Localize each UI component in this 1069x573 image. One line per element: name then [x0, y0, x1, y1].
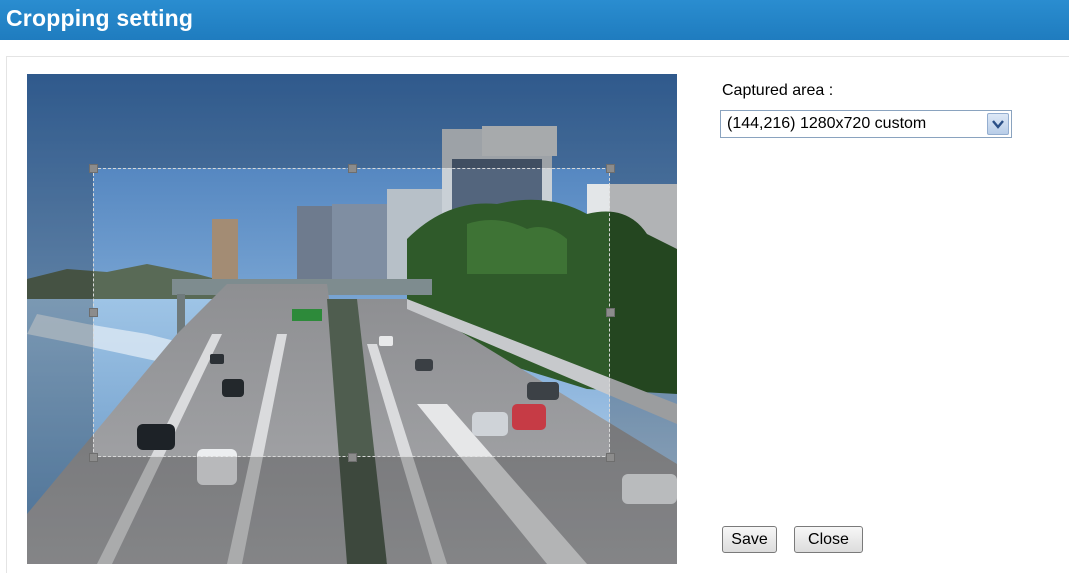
page-title: Cropping setting — [6, 5, 194, 31]
crop-handle-top-right[interactable] — [606, 164, 615, 173]
chevron-down-icon[interactable] — [987, 113, 1009, 135]
captured-area-value: (144,216) 1280x720 custom — [727, 115, 927, 132]
crop-handle-top-left[interactable] — [89, 164, 98, 173]
crop-handle-bottom-right[interactable] — [606, 453, 615, 462]
crop-handle-left[interactable] — [89, 308, 98, 317]
crop-mask-top — [27, 74, 677, 168]
captured-area-label: Captured area : — [722, 82, 834, 99]
crop-handle-top[interactable] — [348, 164, 357, 173]
crop-mask-bottom — [27, 457, 677, 564]
crop-mask-right — [610, 168, 677, 457]
save-button[interactable]: Save — [722, 526, 777, 553]
crop-handle-right[interactable] — [606, 308, 615, 317]
close-button[interactable]: Close — [794, 526, 863, 553]
crop-handle-bottom[interactable] — [348, 453, 357, 462]
crop-region[interactable] — [89, 164, 615, 462]
crop-mask-left — [27, 168, 93, 457]
title-bar: Cropping setting — [0, 0, 1069, 40]
captured-area-select[interactable]: (144,216) 1280x720 custom — [720, 110, 1012, 138]
crop-handle-bottom-left[interactable] — [89, 453, 98, 462]
